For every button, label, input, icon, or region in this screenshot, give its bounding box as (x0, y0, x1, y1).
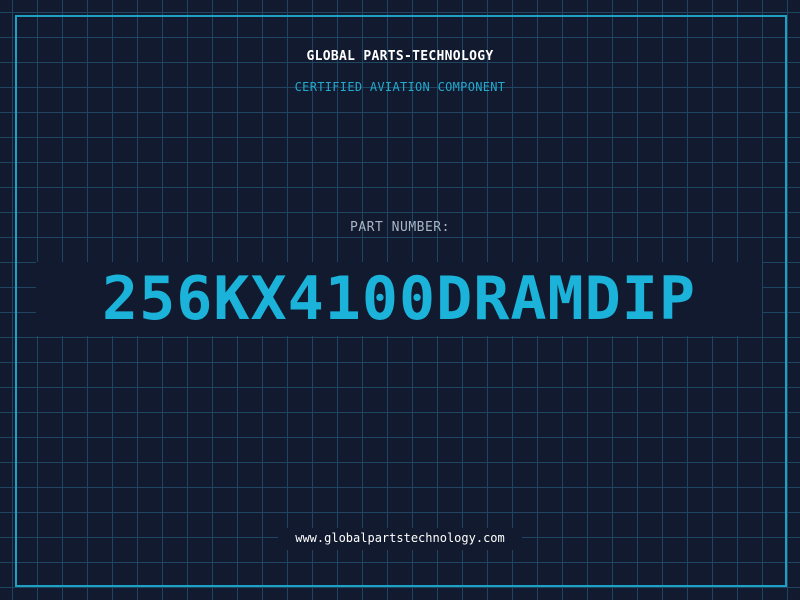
website-url: www.globalpartstechnology.com (295, 531, 505, 545)
part-number-label: PART NUMBER: (350, 220, 450, 235)
part-number-value: 256KX4100DRAMDIP (102, 264, 696, 334)
company-name: GLOBAL PARTS-TECHNOLOGY (306, 49, 494, 64)
certification-tagline: CERTIFIED AVIATION COMPONENT (294, 80, 506, 94)
